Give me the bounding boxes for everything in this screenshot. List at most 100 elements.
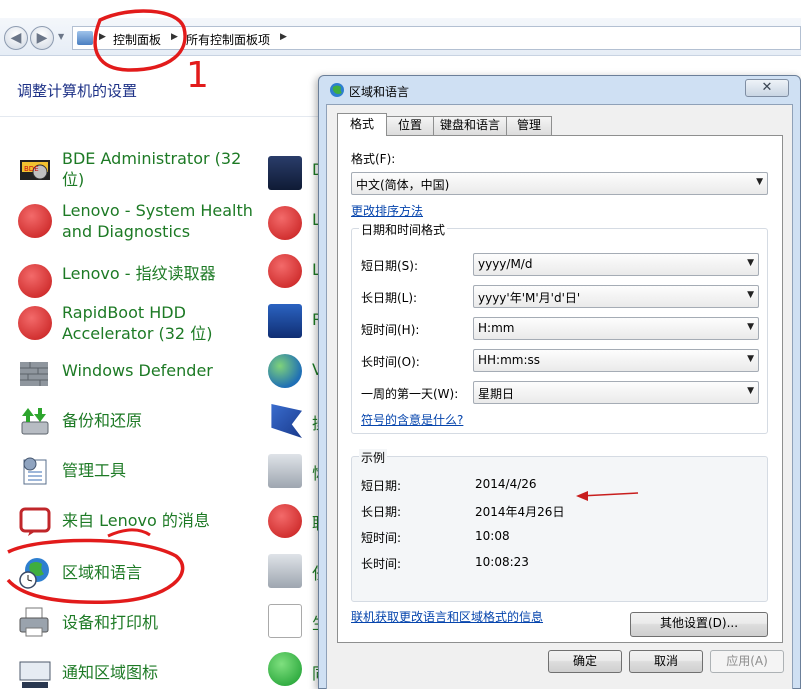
- sample-group-title: 示例: [359, 449, 388, 466]
- sample-group: 示例 短日期: 2014/4/26 长日期: 2014年4月26日 短时间: 1…: [351, 449, 768, 602]
- datetime-group-title: 日期和时间格式: [359, 221, 448, 238]
- sample-short-time-label: 短时间:: [361, 531, 402, 545]
- defender-wall-icon: [18, 358, 52, 392]
- cp-item-label: Lenovo - 指纹读取器: [62, 264, 216, 283]
- globe-icon: [329, 82, 345, 98]
- chevron-down-icon: ▼: [747, 290, 754, 300]
- close-icon[interactable]: ✕: [745, 79, 789, 97]
- change-sort-link[interactable]: 更改排序方法: [351, 202, 423, 219]
- tab-administrative[interactable]: 管理: [506, 116, 552, 135]
- ok-button[interactable]: 确定: [548, 650, 622, 673]
- sample-long-time-label: 长时间:: [361, 557, 402, 571]
- cp-item-label: Lenovo - System Health and Diagnostics: [62, 201, 253, 241]
- long-date-label: 长日期(L):: [361, 291, 418, 305]
- sample-long-date-label: 长日期:: [361, 505, 402, 519]
- admin-tools-icon: [18, 454, 52, 488]
- short-time-value: H:mm: [478, 321, 515, 335]
- cp-item-label: 区域和语言: [62, 563, 143, 582]
- lenovo-power-icon[interactable]: [268, 254, 302, 288]
- cp-item-label: 备份和还原: [62, 411, 143, 430]
- breadcrumb-all-items[interactable]: 所有控制面板项: [186, 31, 270, 48]
- online-info-link[interactable]: 联机获取更改语言和区域格式的信息: [351, 608, 543, 625]
- dialog-title: 区域和语言: [349, 85, 410, 99]
- chevron-down-icon: ▼: [747, 322, 754, 332]
- cp-item-label: 来自 Lenovo 的消息: [62, 511, 210, 530]
- notification-icon: [18, 656, 52, 689]
- first-day-select[interactable]: 星期日 ▼: [473, 381, 759, 404]
- tab-location[interactable]: 位置: [386, 116, 434, 135]
- cp-item-label: BDE Administrator (32 位): [62, 149, 242, 189]
- dolby-icon[interactable]: [268, 156, 302, 190]
- chevron-down-icon: ▼: [747, 386, 754, 396]
- printer-icon: [18, 606, 52, 640]
- tab-keyboards[interactable]: 键盘和语言: [433, 116, 507, 135]
- cancel-button[interactable]: 取消: [629, 650, 703, 673]
- annotation-number: 1: [186, 55, 209, 96]
- apply-button[interactable]: 应用(A): [710, 650, 784, 673]
- sample-long-date-value: 2014年4月26日: [475, 505, 565, 519]
- short-time-select[interactable]: H:mm ▼: [473, 317, 759, 340]
- sample-short-time-value: 10:08: [475, 529, 510, 543]
- long-date-select[interactable]: yyyy'年'M'月'd'日' ▼: [473, 285, 759, 308]
- short-date-select[interactable]: yyyy/M/d ▼: [473, 253, 759, 276]
- chevron-down-icon: ▼: [747, 258, 754, 268]
- chevron-right-icon[interactable]: ▶: [171, 32, 178, 42]
- chevron-down-icon: ▼: [747, 354, 754, 364]
- sync-icon[interactable]: [268, 652, 302, 686]
- realtek-audio-icon[interactable]: [268, 304, 302, 338]
- lenovo-health-icon: [18, 204, 52, 238]
- dialog-body: 格式 位置 键盘和语言 管理 格式(F): 中文(简体，中国) ▼ 更改排序方法…: [326, 104, 793, 689]
- chevron-right-icon[interactable]: ▶: [280, 32, 287, 42]
- short-time-label: 短时间(H):: [361, 323, 420, 337]
- fingerprint-icon: [18, 264, 52, 298]
- cp-item-label: Windows Defender: [62, 361, 213, 380]
- sample-short-date-value: 2014/4/26: [475, 477, 537, 491]
- formats-panel: 格式(F): 中文(简体，中国) ▼ 更改排序方法 日期和时间格式 短日期(S)…: [337, 135, 783, 643]
- first-day-label: 一周的第一天(W):: [361, 387, 459, 401]
- rapidboot-icon: [18, 306, 52, 340]
- forward-arrow-icon[interactable]: ▶: [30, 26, 54, 50]
- sample-short-date-label: 短日期:: [361, 479, 402, 493]
- chevron-right-icon[interactable]: ▶: [99, 32, 106, 42]
- backup-icon: [18, 404, 52, 438]
- svg-text:BDE: BDE: [24, 165, 39, 173]
- dialog-titlebar[interactable]: 区域和语言 ✕: [319, 76, 800, 104]
- first-day-value: 星期日: [478, 387, 515, 401]
- cp-item-label: RapidBoot HDD Accelerator (32 位): [62, 303, 213, 343]
- control-panel-icon: [77, 31, 93, 45]
- sample-long-time-value: 10:08:23: [475, 555, 529, 569]
- globe-clock-icon: [18, 556, 52, 590]
- short-date-value: yyyy/M/d: [478, 257, 533, 271]
- format-value: 中文(简体，中国): [356, 178, 450, 192]
- back-arrow-icon[interactable]: ◀: [4, 26, 28, 50]
- long-time-label: 长时间(O):: [361, 355, 420, 369]
- breadcrumb-control-panel[interactable]: 控制面板: [113, 31, 161, 48]
- cp-item-label: 通知区域图标: [62, 663, 159, 682]
- region-language-dialog: 区域和语言 ✕ 格式 位置 键盘和语言 管理 格式(F): 中文(简体，中国) …: [318, 75, 801, 689]
- recovery-icon[interactable]: [268, 454, 302, 488]
- cp-item-label: 管理工具: [62, 461, 127, 480]
- chevron-down-icon: ▼: [756, 177, 763, 187]
- lenovo-camera-icon[interactable]: [268, 206, 302, 240]
- address-box[interactable]: ▶ 控制面板 ▶ 所有控制面板项 ▶: [72, 26, 801, 50]
- other-settings-button[interactable]: 其他设置(D)...: [630, 612, 768, 637]
- taskbar-icon[interactable]: [268, 554, 302, 588]
- biometric-icon[interactable]: [268, 604, 302, 638]
- history-dropdown-icon[interactable]: ▼: [58, 32, 64, 41]
- runner-icon[interactable]: [268, 504, 302, 538]
- tab-formats[interactable]: 格式: [337, 113, 387, 136]
- bde-admin-icon: BDE: [18, 152, 52, 186]
- address-bar: ◀ ▶ ▼ ▶ 控制面板 ▶ 所有控制面板项 ▶: [0, 18, 801, 56]
- format-select[interactable]: 中文(简体，中国) ▼: [351, 172, 768, 195]
- notation-help-link[interactable]: 符号的含意是什么?: [361, 411, 463, 428]
- format-label: 格式(F):: [351, 152, 396, 166]
- short-date-label: 短日期(S):: [361, 259, 419, 273]
- long-time-value: HH:mm:ss: [478, 353, 541, 367]
- long-time-select[interactable]: HH:mm:ss ▼: [473, 349, 759, 372]
- page-title: 调整计算机的设置: [17, 82, 138, 100]
- long-date-value: yyyy'年'M'月'd'日': [478, 291, 581, 305]
- datetime-group: 日期和时间格式 短日期(S): yyyy/M/d ▼ 长日期(L): yyyy'…: [351, 221, 768, 434]
- globe-icon[interactable]: [268, 354, 302, 388]
- lenovo-message-icon: [18, 504, 52, 538]
- cp-item-label: 设备和打印机: [62, 613, 159, 632]
